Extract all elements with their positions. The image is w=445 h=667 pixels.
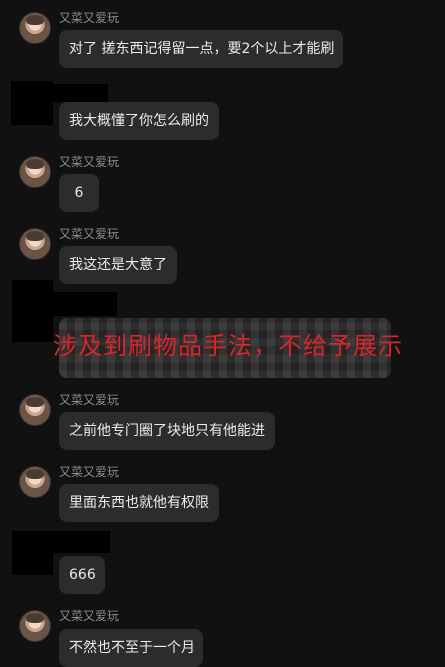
redacted-avatar (12, 280, 53, 342)
redacted-name (53, 292, 117, 316)
redacted-avatar (11, 81, 53, 125)
message-bubble[interactable]: 对了 搓东西记得留一点，要2个以上才能刷 (59, 30, 343, 68)
redacted-name (53, 84, 108, 102)
message-bubble[interactable]: 666 (59, 556, 105, 594)
sender-name: 又菜又爱玩 (59, 609, 120, 623)
avatar[interactable] (19, 228, 51, 260)
message-bubble[interactable]: 6 (59, 174, 99, 212)
avatar[interactable] (19, 156, 51, 188)
message-bubble[interactable]: 里面东西也就他有权限 (59, 484, 219, 522)
message-bubble[interactable]: 之前他专门圈了块地只有他能进 (59, 412, 275, 450)
message-bubble[interactable]: 不然也不至于一个月 (59, 629, 203, 667)
message-bubble[interactable]: 我这还是大意了 (59, 246, 177, 284)
sender-name: 又菜又爱玩 (59, 393, 120, 407)
sender-name: 又菜又爱玩 (59, 11, 120, 25)
redacted-name (53, 531, 110, 553)
redacted-avatar (12, 531, 53, 575)
sender-name: 又菜又爱玩 (59, 465, 120, 479)
censor-caption: 涉及到刷物品手法，不给予展示 (53, 332, 403, 360)
avatar[interactable] (19, 394, 51, 426)
avatar[interactable] (19, 610, 51, 642)
avatar[interactable] (19, 466, 51, 498)
sender-name: 又菜又爱玩 (59, 227, 120, 241)
message-bubble[interactable]: 我大概懂了你怎么刷的 (59, 102, 219, 140)
avatar[interactable] (19, 12, 51, 44)
sender-name: 又菜又爱玩 (59, 155, 120, 169)
